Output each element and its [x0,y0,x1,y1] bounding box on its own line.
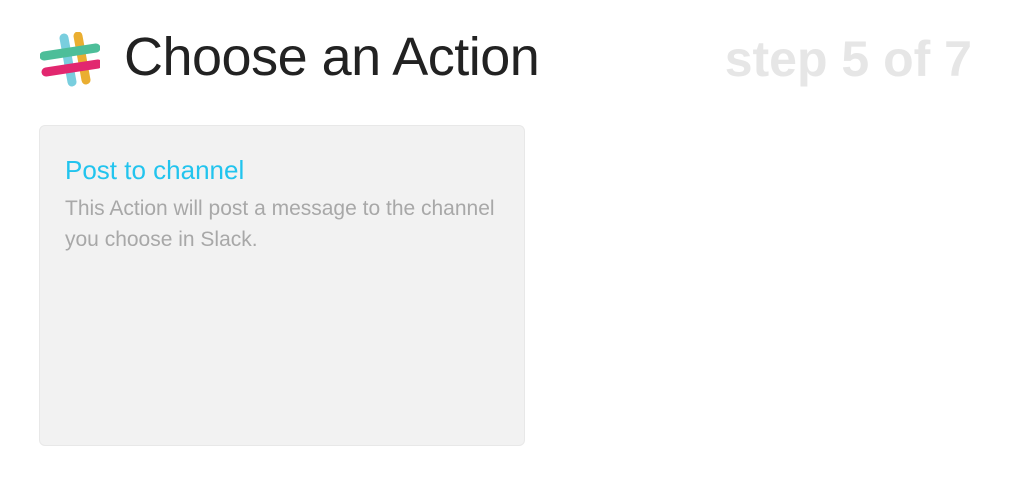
slack-logo-icon [39,31,103,88]
step-indicator: step 5 of 7 [724,31,972,87]
header: Choose an Action step 5 of 7 [0,0,1024,115]
action-description: This Action will post a message to the c… [65,197,495,251]
page-title: Choose an Action [124,27,540,87]
action-title[interactable]: Post to channel [65,154,244,186]
action-card-post-to-channel[interactable]: Post to channel This Action will post a … [39,125,525,446]
